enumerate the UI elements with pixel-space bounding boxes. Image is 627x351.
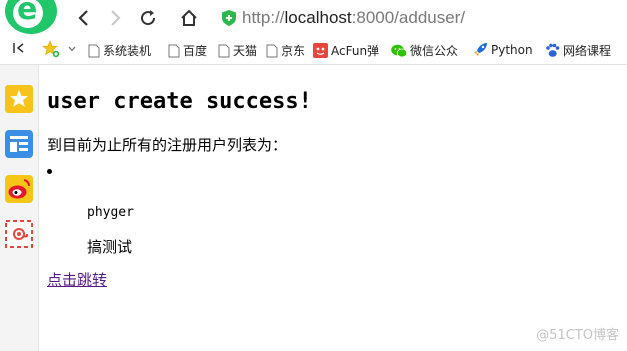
back-arrow-icon	[78, 10, 88, 26]
browser-logo-icon[interactable]: e	[5, 0, 57, 34]
page-icon	[218, 44, 230, 57]
bookmarks-bar: 系统装机 百度 天猫 京东 AcFun弹 微信公众 Python 网络课程	[0, 36, 627, 65]
url-host: localhost	[284, 8, 352, 27]
bookmark-item-1[interactable]: 百度	[168, 42, 207, 59]
bookmark-item-6[interactable]: Python	[473, 42, 533, 57]
bookmark-label: 微信公众	[410, 44, 459, 58]
watermark: @51CTO博客	[536, 328, 619, 343]
chevron-down-icon	[68, 46, 76, 52]
bookmark-item-5[interactable]: 微信公众	[391, 42, 458, 59]
url-text: http://localhost:8000/adduser/	[242, 8, 465, 28]
collapse-sidebar-icon	[13, 43, 24, 53]
bookmark-item-2[interactable]: 天猫	[218, 42, 257, 59]
bookmark-label: 天猫	[233, 44, 258, 58]
jump-link[interactable]: 点击跳转	[47, 269, 107, 290]
bookmark-item-4[interactable]: AcFun弹	[313, 42, 379, 59]
intro-text: 到目前为止所有的注册用户列表为：	[47, 136, 288, 154]
weibo-icon	[5, 175, 33, 203]
bookmark-item-0[interactable]: 系统装机	[88, 42, 151, 59]
forward-arrow-icon	[111, 10, 121, 26]
back-button[interactable]	[72, 7, 94, 29]
acfun-icon	[313, 43, 328, 58]
page-icon	[266, 44, 278, 57]
sidebar-reader-button[interactable]	[5, 130, 33, 158]
reload-icon	[141, 10, 156, 26]
rocket-icon	[474, 43, 487, 56]
bookmark-label: 网络课程	[563, 44, 612, 58]
favorites-button[interactable]	[42, 40, 80, 58]
secure-shield-icon	[222, 10, 236, 26]
url-path: :8000/adduser/	[351, 8, 466, 27]
bookmark-label: 京东	[281, 44, 306, 58]
mail-at-icon	[5, 220, 33, 248]
bookmark-label: 百度	[183, 44, 208, 58]
home-button[interactable]	[178, 7, 200, 29]
bookmark-label: 系统装机	[103, 44, 152, 58]
home-icon	[181, 9, 197, 26]
forward-button[interactable]	[105, 7, 127, 29]
left-sidebar	[0, 65, 39, 351]
list-item: phyger	[87, 205, 134, 220]
sidebar-favorites-button[interactable]	[5, 85, 33, 113]
list-item: 搞测试	[87, 238, 133, 256]
address-bar[interactable]: http://localhost:8000/adduser/	[216, 5, 627, 31]
url-scheme: http://	[242, 8, 285, 27]
wechat-icon	[391, 44, 407, 57]
list-bullet	[47, 169, 52, 174]
logo-letter: e	[17, 0, 38, 27]
bookmark-item-3[interactable]: 京东	[266, 42, 305, 59]
bookmark-label: Python	[491, 42, 533, 57]
bookmark-item-7[interactable]: 网络课程	[545, 42, 611, 59]
reload-button[interactable]	[137, 7, 159, 29]
sidebar-mail-button[interactable]	[5, 220, 33, 248]
sidebar-weibo-button[interactable]	[5, 175, 33, 203]
bookmark-label: AcFun弹	[331, 44, 380, 58]
add-favorite-star-icon	[42, 40, 60, 58]
page-icon	[88, 44, 100, 57]
browser-toolbar: e http://localhost:8000/adduser/	[0, 0, 627, 36]
page-title: user create success!	[47, 89, 312, 114]
page-icon	[168, 44, 180, 57]
star-icon	[5, 85, 33, 113]
reader-icon	[5, 130, 33, 158]
paw-icon	[546, 43, 560, 57]
bookmarks-toggle-button[interactable]	[12, 41, 29, 55]
